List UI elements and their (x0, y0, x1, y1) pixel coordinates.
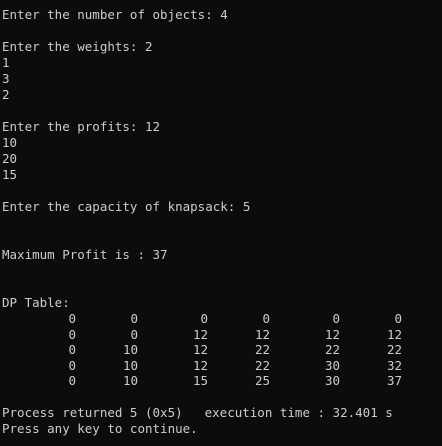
dp-table-cell: 0 (200, 311, 208, 326)
dp-table-cell: 22 (254, 357, 270, 373)
dp-table-cell: 12 (192, 357, 208, 373)
dp-table-cell: 12 (324, 326, 340, 342)
dp-table-row: 0 10 15 25 30 37 (2, 373, 442, 389)
dp-table-cell: 0 (262, 311, 270, 326)
dp-table-cell: 22 (324, 342, 340, 357)
profits-prompt: Enter the profits: 12 (2, 119, 161, 134)
press-any-key-text: Press any key to continue. (2, 420, 198, 436)
capacity-prompt: Enter the capacity of knapsack: 5 (2, 199, 251, 214)
dp-table-row: 0 10 12 22 30 32 (2, 358, 442, 374)
dp-table-cell: 12 (192, 326, 208, 342)
dp-table-cell: 0 (394, 311, 402, 326)
dp-table-cell: 0 (130, 311, 138, 326)
dp-table-cell: 37 (386, 373, 402, 388)
objects-prompt: Enter the number of objects: 4 (2, 7, 228, 22)
dp-table-cell: 30 (324, 373, 340, 388)
dp-table: 0 0 0 0 0 0 0 0 12 12 12 12 0 10 12 22 2… (2, 311, 442, 389)
dp-table-cell: 0 (68, 342, 76, 357)
dp-table-cell: 0 (68, 357, 76, 373)
dp-table-cell: 0 (68, 373, 76, 388)
dp-table-cell: 0 (130, 326, 138, 342)
dp-table-cell: 25 (254, 373, 270, 388)
dp-table-cell: 0 (68, 326, 76, 342)
profit-input: 20 (2, 151, 18, 166)
dp-table-cell: 10 (122, 357, 138, 373)
dp-table-row: 0 0 12 12 12 12 (2, 327, 442, 343)
dp-table-cell: 12 (254, 326, 270, 342)
dp-table-cell: 22 (254, 342, 270, 357)
weight-input: 1 (2, 55, 10, 70)
dp-table-cell: 22 (386, 342, 402, 357)
execution-time-text: execution time : 32.401 s (204, 404, 393, 420)
profit-input: 10 (2, 135, 18, 150)
dp-table-cell: 10 (122, 342, 138, 357)
console-window[interactable]: Enter the number of objects: 4 Enter the… (0, 0, 442, 446)
weight-input: 3 (2, 71, 10, 86)
dp-table-cell: 12 (192, 342, 208, 357)
dp-table-cell: 30 (324, 357, 340, 373)
dp-table-title: DP Table: (2, 295, 70, 310)
weights-prompt: Enter the weights: 2 (2, 39, 153, 54)
weight-input: 2 (2, 87, 10, 102)
dp-table-cell: 0 (68, 311, 76, 326)
dp-table-row: 0 10 12 22 22 22 (2, 342, 442, 358)
dp-table-cell: 32 (386, 357, 402, 373)
dp-table-cell: 10 (122, 373, 138, 388)
max-profit-output: Maximum Profit is : 37 (2, 247, 168, 262)
dp-table-cell: 15 (192, 373, 208, 388)
dp-table-cell: 0 (332, 311, 340, 326)
dp-table-row: 0 0 0 0 0 0 (2, 311, 442, 327)
process-status-line: Process returned 5 (0x5) execution time :… (2, 405, 442, 421)
dp-table-cell: 12 (386, 326, 402, 342)
profit-input: 15 (2, 167, 18, 182)
